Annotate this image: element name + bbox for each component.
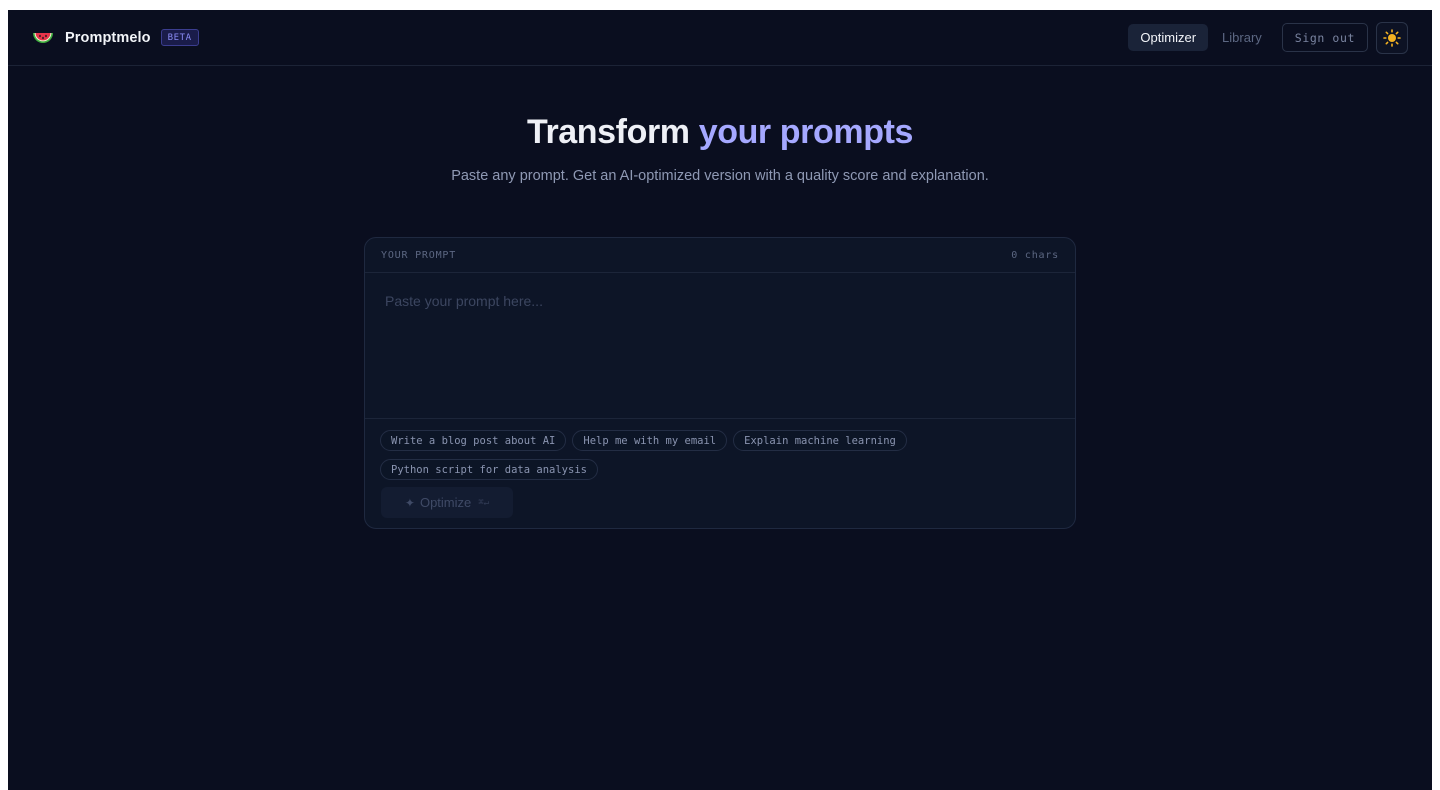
- suggestion-chip[interactable]: Explain machine learning: [733, 430, 907, 451]
- prompt-input[interactable]: [365, 273, 1075, 419]
- shortcut-hint: ⌘↵: [478, 497, 490, 508]
- prompt-label: YOUR PROMPT: [381, 249, 457, 261]
- beta-badge: BETA: [160, 29, 199, 46]
- suggestion-chips: Write a blog post about AI Help me with …: [365, 419, 965, 480]
- brand-name: Promptmelo: [65, 29, 151, 46]
- prompt-card-header: YOUR PROMPT 0 chars: [365, 238, 1075, 273]
- theme-toggle-button[interactable]: [1376, 21, 1408, 54]
- char-count: 0 chars: [1011, 249, 1059, 261]
- title-accent: your prompts: [698, 113, 914, 151]
- sparkle-icon: ✦: [404, 495, 415, 510]
- suggestion-chip[interactable]: Help me with my email: [572, 430, 728, 451]
- optimize-label: Optimize: [419, 495, 472, 510]
- nav-library[interactable]: Library: [1210, 24, 1274, 51]
- main-nav: Optimizer Library Sign out: [1126, 21, 1408, 54]
- top-bar: Promptmelo BETA Optimizer Library Sign o…: [8, 10, 1432, 66]
- prompt-card: YOUR PROMPT 0 chars Write a blog post ab…: [364, 237, 1076, 529]
- suggestion-chip[interactable]: Python script for data analysis: [380, 459, 598, 480]
- optimize-button[interactable]: ✦ Optimize ⌘↵: [381, 487, 513, 518]
- page-title: Transform your prompts: [8, 112, 1432, 152]
- nav-optimizer[interactable]: Optimizer: [1128, 24, 1209, 51]
- watermelon-logo-icon: [33, 32, 53, 43]
- suggestion-chip[interactable]: Write a blog post about AI: [380, 430, 567, 451]
- sun-icon: [1383, 28, 1401, 47]
- sign-out-button[interactable]: Sign out: [1281, 23, 1368, 52]
- title-main: Transform: [526, 113, 690, 151]
- app-window: Promptmelo BETA Optimizer Library Sign o…: [8, 10, 1432, 790]
- page-subtitle: Paste any prompt. Get an AI-optimized ve…: [451, 168, 989, 184]
- brand[interactable]: Promptmelo BETA: [32, 27, 199, 49]
